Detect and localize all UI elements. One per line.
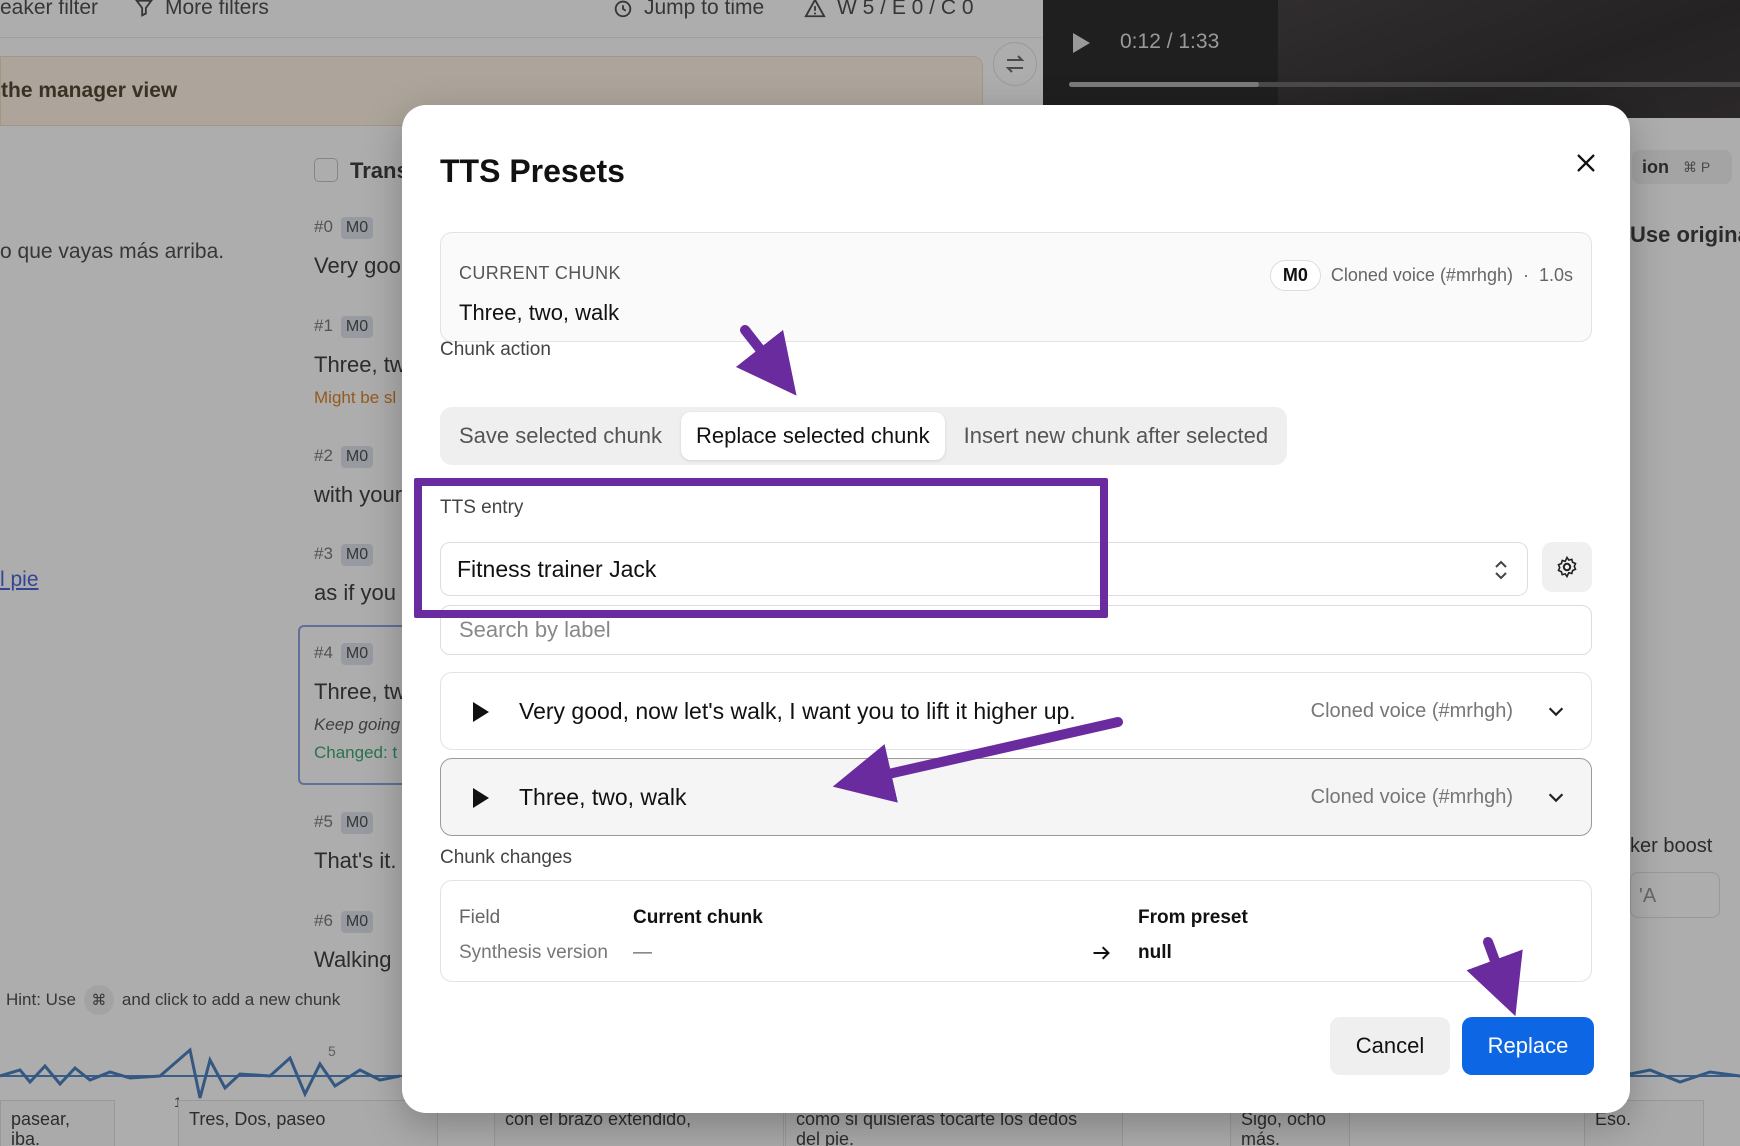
tts-entry-select[interactable]: Fitness trainer Jack (440, 542, 1528, 596)
current-chunk-label: CURRENT CHUNK (459, 263, 621, 283)
dialog-title: TTS Presets (440, 153, 625, 189)
gear-icon (1557, 555, 1577, 579)
chevron-down-icon[interactable] (1545, 786, 1567, 808)
meta-separator: · (1522, 265, 1529, 285)
preset-item-selected[interactable]: Three, two, walk Cloned voice (#mrhgh) (440, 758, 1592, 836)
row-current: — (633, 942, 652, 963)
chunk-action-segmented-control: Save selected chunk Replace selected chu… (440, 407, 1288, 465)
chevron-down-icon[interactable] (1545, 700, 1567, 722)
current-chunk-meta: M0 Cloned voice (#mrhgh) · 1.0s (1269, 260, 1573, 291)
current-chunk-text: Three, two, walk (459, 300, 620, 325)
row-field: Synthesis version (459, 942, 608, 963)
close-icon (1577, 154, 1595, 172)
preset-voice: Cloned voice (#mrhgh) (1310, 699, 1513, 722)
voice-name: Cloned voice (#mrhgh) (1330, 265, 1513, 285)
row-preset: null (1138, 942, 1172, 963)
close-button[interactable] (1566, 143, 1606, 183)
chunk-changes-label: Chunk changes (440, 847, 573, 868)
current-chunk-card: CURRENT CHUNK Three, two, walk M0 Cloned… (440, 232, 1592, 342)
insert-new-chunk-option[interactable]: Insert new chunk after selected (949, 412, 1284, 460)
header-preset: From preset (1138, 907, 1248, 928)
chunk-duration: 1.0s (1538, 265, 1573, 285)
header-field: Field (459, 907, 501, 928)
preset-search-input[interactable] (440, 605, 1592, 655)
tts-presets-dialog: TTS Presets CURRENT CHUNK Three, two, wa… (402, 105, 1630, 1113)
play-icon[interactable] (473, 702, 489, 722)
preset-text: Very good, now let's walk, I want you to… (519, 697, 1076, 724)
preset-item[interactable]: Very good, now let's walk, I want you to… (440, 672, 1592, 750)
tts-entry-label: TTS entry (440, 497, 524, 518)
save-selected-chunk-option[interactable]: Save selected chunk (444, 412, 677, 460)
replace-button[interactable]: Replace (1462, 1017, 1594, 1075)
header-current: Current chunk (633, 907, 763, 928)
chevron-updown-icon (1495, 560, 1507, 580)
cancel-button[interactable]: Cancel (1330, 1017, 1450, 1075)
tts-entry-value: Fitness trainer Jack (457, 555, 657, 582)
arrow-right-icon (1093, 946, 1110, 960)
chunk-action-label: Chunk action (440, 339, 551, 360)
speaker-tag: M0 (1269, 260, 1321, 291)
preset-text: Three, two, walk (519, 783, 687, 810)
tts-settings-button[interactable] (1542, 542, 1592, 592)
preset-voice: Cloned voice (#mrhgh) (1310, 785, 1513, 808)
replace-selected-chunk-option[interactable]: Replace selected chunk (681, 412, 945, 460)
chunk-changes-table: Field Current chunk From preset Synthesi… (440, 880, 1592, 982)
play-icon[interactable] (473, 788, 489, 808)
